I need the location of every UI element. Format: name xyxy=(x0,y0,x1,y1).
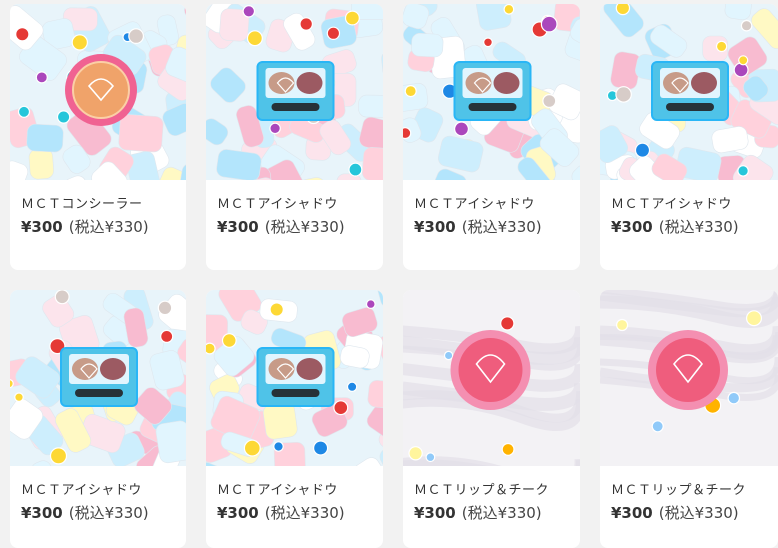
product-photo xyxy=(10,4,186,180)
product-photo xyxy=(206,290,383,466)
product-image[interactable] xyxy=(10,4,186,180)
product-price: ¥300 xyxy=(21,218,63,236)
price-row: ¥300 (税込¥330) xyxy=(21,216,149,237)
product-tax-price: (税込¥330) xyxy=(461,218,542,236)
price-row: ¥300 (税込¥330) xyxy=(217,216,345,237)
product-price: ¥300 xyxy=(21,504,63,522)
product-name[interactable]: ＭＣＴアイシャドウ xyxy=(217,193,338,212)
product-card[interactable]: ＭＣＴアイシャドウ ¥300 (税込¥330) xyxy=(206,4,383,270)
price-row: ¥300 (税込¥330) xyxy=(21,502,149,523)
product-name[interactable]: ＭＣＴアイシャドウ xyxy=(414,193,535,212)
product-photo xyxy=(10,290,186,466)
product-card[interactable]: ＭＣＴリップ＆チーク ¥300 (税込¥330) xyxy=(600,290,778,548)
product-name[interactable]: ＭＣＴコンシーラー xyxy=(21,193,143,212)
product-name[interactable]: ＭＣＴリップ＆チーク xyxy=(611,479,746,498)
price-row: ¥300 (税込¥330) xyxy=(611,502,739,523)
price-row: ¥300 (税込¥330) xyxy=(217,502,345,523)
product-price: ¥300 xyxy=(217,218,259,236)
product-name[interactable]: ＭＣＴリップ＆チーク xyxy=(414,479,549,498)
product-photo xyxy=(403,4,580,180)
product-image[interactable] xyxy=(403,4,580,180)
product-image[interactable] xyxy=(206,290,383,466)
product-image[interactable] xyxy=(10,290,186,466)
product-image[interactable] xyxy=(600,4,778,180)
price-row: ¥300 (税込¥330) xyxy=(414,216,542,237)
product-tax-price: (税込¥330) xyxy=(68,504,149,522)
product-price: ¥300 xyxy=(217,504,259,522)
product-image[interactable] xyxy=(600,290,778,466)
product-photo xyxy=(206,4,383,180)
product-photo xyxy=(600,290,778,466)
product-photo xyxy=(600,4,778,180)
price-row: ¥300 (税込¥330) xyxy=(611,216,739,237)
product-price: ¥300 xyxy=(414,504,456,522)
product-card[interactable]: ＭＣＴアイシャドウ ¥300 (税込¥330) xyxy=(600,4,778,270)
product-tax-price: (税込¥330) xyxy=(68,218,149,236)
product-card[interactable]: ＭＣＴコンシーラー ¥300 (税込¥330) xyxy=(10,4,186,270)
product-card[interactable]: ＭＣＴアイシャドウ ¥300 (税込¥330) xyxy=(10,290,186,548)
product-price: ¥300 xyxy=(414,218,456,236)
price-row: ¥300 (税込¥330) xyxy=(414,502,542,523)
product-name[interactable]: ＭＣＴアイシャドウ xyxy=(21,479,142,498)
product-card[interactable]: ＭＣＴリップ＆チーク ¥300 (税込¥330) xyxy=(403,290,580,548)
product-grid: ＭＣＴコンシーラー ¥300 (税込¥330) ＭＣＴアイシャドウ ¥300 (税込… xyxy=(10,4,778,548)
product-image[interactable] xyxy=(206,4,383,180)
product-price: ¥300 xyxy=(611,218,653,236)
product-card[interactable]: ＭＣＴアイシャドウ ¥300 (税込¥330) xyxy=(403,4,580,270)
product-tax-price: (税込¥330) xyxy=(264,504,345,522)
product-card[interactable]: ＭＣＴアイシャドウ ¥300 (税込¥330) xyxy=(206,290,383,548)
product-name[interactable]: ＭＣＴアイシャドウ xyxy=(217,479,338,498)
product-tax-price: (税込¥330) xyxy=(658,504,739,522)
product-tax-price: (税込¥330) xyxy=(461,504,542,522)
product-price: ¥300 xyxy=(611,504,653,522)
product-name[interactable]: ＭＣＴアイシャドウ xyxy=(611,193,732,212)
product-photo xyxy=(403,290,580,466)
product-image[interactable] xyxy=(403,290,580,466)
product-tax-price: (税込¥330) xyxy=(264,218,345,236)
product-tax-price: (税込¥330) xyxy=(658,218,739,236)
